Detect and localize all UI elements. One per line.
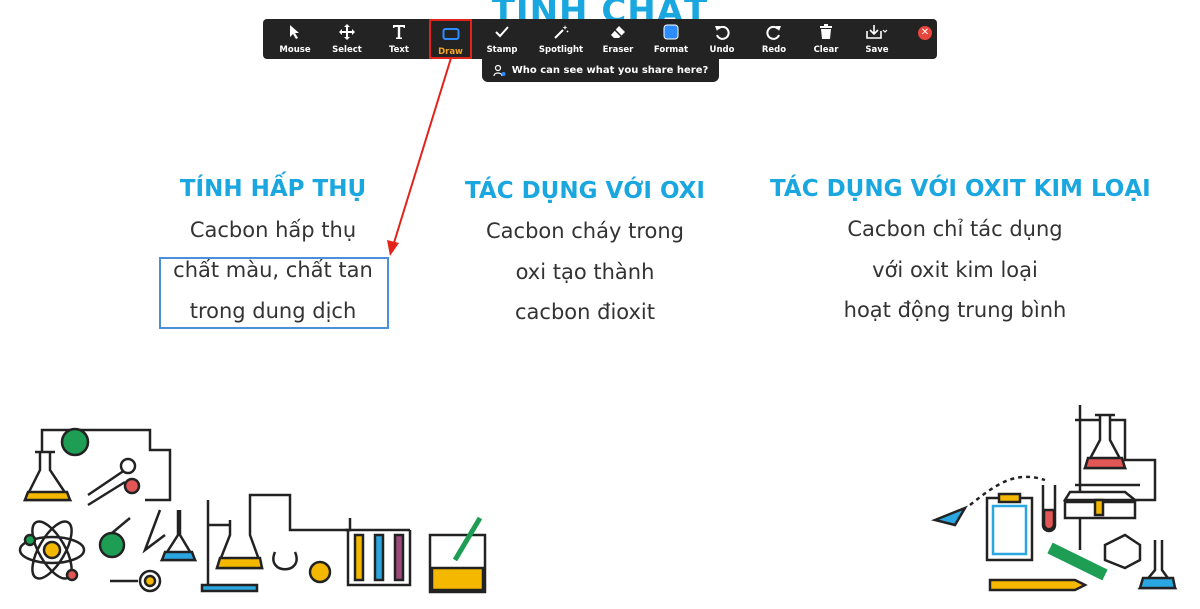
trash-icon xyxy=(802,23,850,41)
move-icon xyxy=(323,23,371,41)
tool-label: Eraser xyxy=(602,45,634,55)
eraser-icon xyxy=(594,23,642,41)
person-share-icon xyxy=(493,64,506,77)
magic-wand-icon xyxy=(537,23,585,41)
checkmark-icon xyxy=(478,23,526,41)
tool-label: Text xyxy=(389,45,409,55)
save-icon xyxy=(853,23,901,41)
share-tip-text: Who can see what you share here? xyxy=(511,65,709,76)
tool-label: Draw xyxy=(438,47,463,57)
annotation-toolbar: Mouse Select Text Draw Stamp Spotlight E… xyxy=(263,19,937,59)
tool-label: Spotlight xyxy=(538,45,584,55)
tool-label: Undo xyxy=(709,45,735,55)
tool-save[interactable]: Save xyxy=(853,19,901,59)
tool-label: Redo xyxy=(761,45,787,55)
tool-undo[interactable]: Undo xyxy=(698,19,746,59)
tool-eraser[interactable]: Eraser xyxy=(594,19,642,59)
science-illustration-right xyxy=(930,405,1178,592)
share-visibility-button[interactable]: Who can see what you share here? xyxy=(482,59,719,82)
undo-icon xyxy=(698,23,746,41)
tool-clear[interactable]: Clear xyxy=(802,19,850,59)
tool-label: Save xyxy=(865,45,889,55)
rectangle-icon xyxy=(431,25,470,43)
tool-mouse[interactable]: Mouse xyxy=(271,19,319,59)
tool-label: Stamp xyxy=(486,45,518,55)
tool-select[interactable]: Select xyxy=(323,19,371,59)
close-icon[interactable]: ✕ xyxy=(918,26,932,40)
tool-redo[interactable]: Redo xyxy=(750,19,798,59)
color-square-icon xyxy=(647,23,695,41)
cursor-icon xyxy=(271,23,319,41)
tool-spotlight[interactable]: Spotlight xyxy=(537,19,585,59)
tool-draw[interactable]: Draw xyxy=(429,19,472,59)
tool-label: Mouse xyxy=(279,45,311,55)
science-illustration-left xyxy=(18,427,487,594)
tool-stamp[interactable]: Stamp xyxy=(478,19,526,59)
text-icon xyxy=(375,23,423,41)
tool-text[interactable]: Text xyxy=(375,19,423,59)
redo-icon xyxy=(750,23,798,41)
tool-label: Select xyxy=(332,45,362,55)
tool-format[interactable]: Format xyxy=(647,19,695,59)
